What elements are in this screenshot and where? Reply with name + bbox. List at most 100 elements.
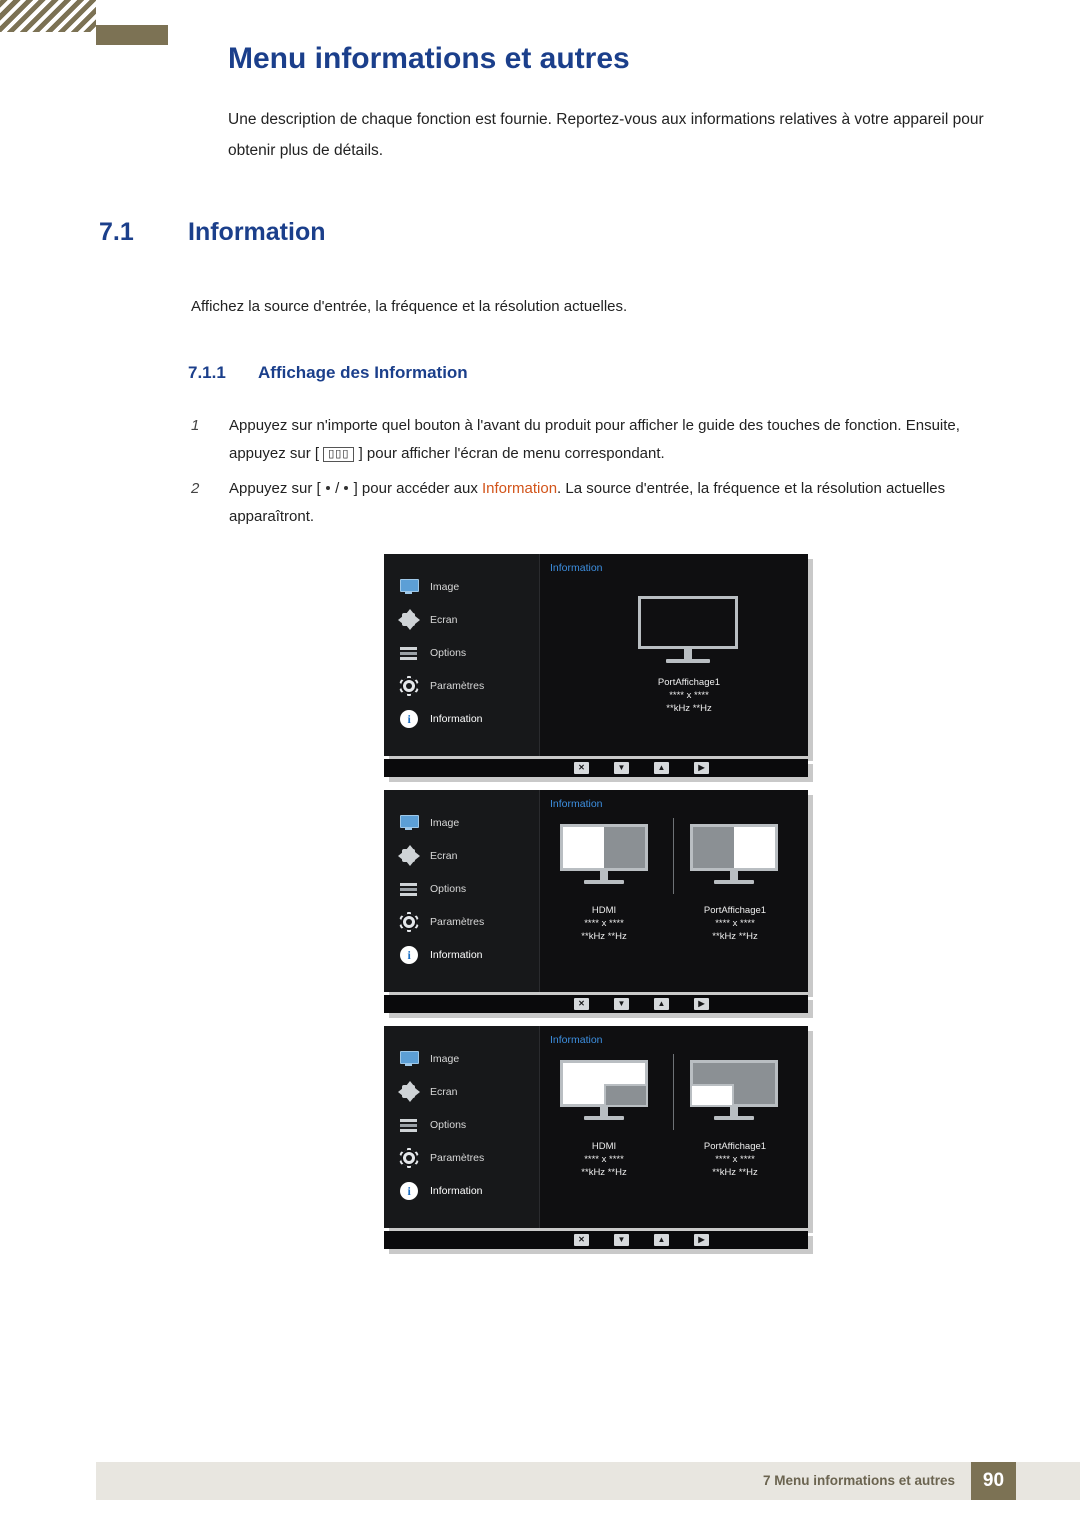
- osd-menu-label: Ecran: [430, 614, 458, 626]
- key-up-icon[interactable]: ▲: [654, 998, 669, 1010]
- page-number: 90: [971, 1462, 1016, 1500]
- dot-icon-down: [344, 486, 349, 490]
- monitor-graphic-right: [690, 1060, 778, 1122]
- osd-menu-list: Image Ecran Options Paramètres i Informa…: [384, 1026, 540, 1228]
- osd-menu-label: Paramètres: [430, 680, 485, 692]
- osd-menu-item-ecran[interactable]: Ecran: [398, 845, 458, 866]
- step-2-number: 2: [191, 480, 200, 497]
- osd-menu-item-ecran[interactable]: Ecran: [398, 609, 458, 630]
- info-icon: i: [398, 946, 420, 964]
- intro-paragraph: Une description de chaque fonction est f…: [228, 111, 984, 159]
- osd-menu-label: Information: [430, 713, 483, 725]
- monitor-graphic-left: [560, 824, 648, 886]
- panel-divider: [673, 1054, 674, 1130]
- osd-figure-single-source: Image Ecran Options Paramètres i Informa…: [384, 554, 816, 777]
- osd-menu-list: Image Ecran Options Paramètres i Informa…: [384, 554, 540, 756]
- osd-menu-label: Options: [430, 647, 467, 659]
- monitor-graphic-right: [690, 824, 778, 886]
- osd-panel-title: Information: [550, 1034, 603, 1046]
- step-1-number: 1: [191, 417, 200, 434]
- key-down-icon[interactable]: ▼: [614, 762, 629, 774]
- source-resolution: **** x ****: [715, 1154, 755, 1165]
- source-name: HDMI: [591, 905, 617, 916]
- osd-menu-item-options[interactable]: Options: [398, 880, 466, 898]
- osd-menu-item-ecran[interactable]: Ecran: [398, 1081, 457, 1102]
- osd-panel-title: Information: [550, 798, 603, 810]
- osd-menu-label: Image: [430, 1053, 460, 1065]
- osd-menu-label: Paramètres: [430, 916, 485, 928]
- key-enter-icon[interactable]: ▶: [694, 762, 709, 774]
- osd-menu-label: Image: [430, 581, 460, 593]
- osd-menu-item-information[interactable]: i Information: [398, 1182, 483, 1200]
- key-enter-icon[interactable]: ▶: [694, 998, 709, 1010]
- key-up-icon[interactable]: ▲: [654, 1234, 669, 1246]
- monitor-icon: [398, 814, 420, 832]
- source-frequency: **kHz **Hz: [712, 931, 758, 942]
- section-description: Affichez la source d'entrée, la fréquenc…: [191, 298, 628, 315]
- source-frequency: **kHz **Hz: [666, 703, 712, 714]
- arrows-icon: [398, 1081, 420, 1102]
- source-name: HDMI: [591, 1141, 617, 1152]
- section-title: Information: [188, 218, 326, 246]
- subsection-title: Affichage des Information: [258, 363, 468, 382]
- monitor-icon: [398, 578, 420, 596]
- step-1-text-part2: ] pour afficher l'écran de menu correspo…: [358, 445, 665, 462]
- lines-icon: [398, 880, 420, 898]
- source-frequency: **kHz **Hz: [581, 931, 627, 942]
- header-hatch-decoration: [0, 0, 96, 32]
- source-info-block-right: PortAffichage1 **** x **** **kHz **Hz: [680, 904, 790, 943]
- key-down-icon[interactable]: ▼: [614, 998, 629, 1010]
- source-info-block-left: HDMI **** x **** **kHz **Hz: [554, 1140, 654, 1179]
- panel-divider: [673, 818, 674, 894]
- step-2: 2 Appuyez sur [ / ] pour accéder aux Inf…: [191, 475, 1006, 531]
- osd-menu-item-image[interactable]: Image: [398, 814, 459, 832]
- key-down-icon[interactable]: ▼: [614, 1234, 629, 1246]
- source-frequency: **kHz **Hz: [581, 1167, 627, 1178]
- osd-key-guide: ✕ ▼ ▲ ▶: [384, 759, 808, 777]
- arrows-icon: [398, 845, 420, 866]
- monitor-icon: [398, 1050, 420, 1068]
- osd-menu-item-options[interactable]: Options: [398, 1116, 466, 1134]
- osd-body: Image Ecran Options Paramètres i Informa…: [384, 790, 808, 992]
- osd-menu-label: Information: [430, 1185, 483, 1197]
- osd-menu-item-parametres[interactable]: Paramètres: [398, 676, 485, 696]
- key-close-icon[interactable]: ✕: [574, 998, 589, 1010]
- source-resolution: **** x ****: [584, 918, 624, 929]
- osd-body: Image Ecran Options Paramètres i Informa…: [384, 1026, 808, 1228]
- osd-menu-item-image[interactable]: Image: [398, 1050, 459, 1068]
- osd-menu-list: Image Ecran Options Paramètres i Informa…: [384, 790, 540, 992]
- osd-key-guide: ✕ ▼ ▲ ▶: [384, 995, 808, 1013]
- osd-figure-dual-source: Image Ecran Options Paramètres i Informa…: [384, 790, 816, 1013]
- step-2-body: Appuyez sur [ / ] pour accéder aux Infor…: [229, 475, 1006, 531]
- osd-panel-title: Information: [550, 562, 603, 574]
- key-enter-icon[interactable]: ▶: [694, 1234, 709, 1246]
- info-icon: i: [398, 710, 420, 728]
- osd-figure-dual-source-pip: Image Ecran Options Paramètres i Informa…: [384, 1026, 816, 1249]
- osd-menu-item-information[interactable]: i Information: [398, 946, 483, 964]
- key-close-icon[interactable]: ✕: [574, 762, 589, 774]
- osd-menu-item-options[interactable]: Options: [398, 644, 466, 662]
- subsection-number: 7.1.1: [188, 363, 226, 382]
- section-number: 7.1: [99, 218, 134, 246]
- osd-content-panel: Information HDMI **** x **** **kHz **Hz: [540, 1026, 808, 1228]
- osd-menu-item-parametres[interactable]: Paramètres: [398, 912, 485, 932]
- gear-icon: [398, 912, 420, 932]
- step-2-keyword: Information: [482, 480, 558, 497]
- arrows-icon: [398, 609, 420, 630]
- key-close-icon[interactable]: ✕: [574, 1234, 589, 1246]
- source-name: PortAffichage1: [657, 677, 721, 688]
- osd-menu-item-information[interactable]: i Information: [398, 710, 483, 728]
- dot-icon-up: [325, 486, 330, 490]
- osd-menu-item-image[interactable]: Image: [398, 578, 459, 596]
- monitor-graphic-left: [560, 1060, 648, 1122]
- step-2-separator: /: [335, 480, 340, 497]
- osd-menu-label: Options: [430, 883, 467, 895]
- osd-menu-label: Options: [430, 1119, 467, 1131]
- key-up-icon[interactable]: ▲: [654, 762, 669, 774]
- step-2-text-part2: ] pour accéder aux: [353, 480, 482, 497]
- header-tab-block: [96, 25, 168, 45]
- source-info-block-left: HDMI **** x **** **kHz **Hz: [554, 904, 654, 943]
- osd-menu-item-parametres[interactable]: Paramètres: [398, 1148, 484, 1168]
- osd-menu-label: Ecran: [430, 850, 458, 862]
- osd-body: Image Ecran Options Paramètres i Informa…: [384, 554, 808, 756]
